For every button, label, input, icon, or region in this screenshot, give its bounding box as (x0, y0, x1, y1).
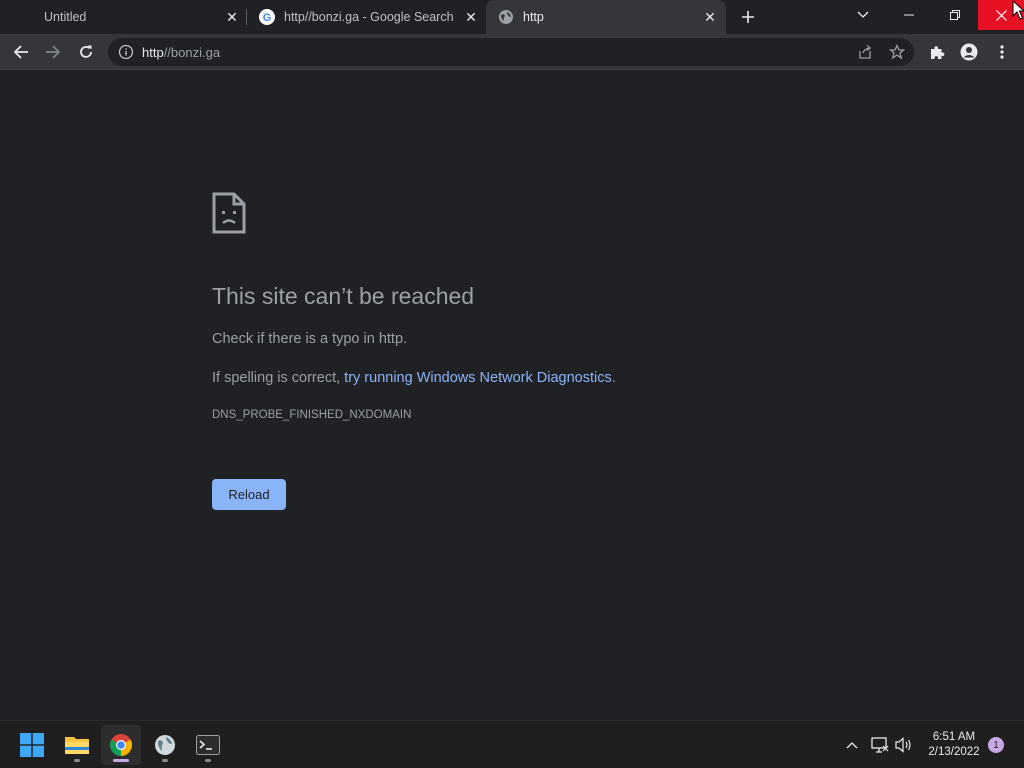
error-diagnostics-hint: If spelling is correct, try running Wind… (212, 370, 616, 386)
extensions-button[interactable] (924, 39, 950, 65)
file-explorer-button[interactable] (57, 725, 97, 765)
running-indicator (113, 759, 129, 762)
show-hidden-icons-button[interactable] (842, 735, 862, 755)
terminal-icon (196, 735, 220, 755)
forward-button[interactable] (40, 39, 66, 65)
url-host: http (142, 45, 164, 60)
file-explorer-icon (65, 737, 89, 754)
running-indicator (205, 759, 211, 762)
volume-icon[interactable] (894, 735, 914, 755)
reload-toolbar-button[interactable] (73, 39, 99, 65)
chevron-down-icon (857, 11, 869, 18)
running-indicator (162, 759, 168, 762)
svg-text:G: G (263, 12, 272, 23)
arrow-right-icon (46, 45, 61, 59)
new-tab-button[interactable] (736, 5, 760, 29)
network-icon[interactable] (870, 735, 890, 755)
taskbar: 6:51 AM 2/13/2022 1 (0, 720, 1024, 768)
minimize-button[interactable] (886, 0, 932, 30)
info-icon[interactable] (118, 44, 134, 60)
chevron-up-icon (846, 742, 858, 749)
puzzle-icon (931, 46, 945, 59)
diagnostics-suffix: . (611, 370, 616, 386)
start-icon (20, 733, 44, 757)
tab-title: http//bonzi.ga - Google Search (284, 10, 454, 24)
chrome-icon (110, 734, 132, 756)
clock-time: 6:51 AM (932, 731, 976, 743)
plus-icon (742, 11, 754, 23)
network-diagnostics-link[interactable]: try running Windows Network Diagnostics (344, 370, 612, 386)
sad-document-icon (212, 192, 246, 234)
start-button[interactable] (12, 725, 52, 765)
notification-badge[interactable]: 1 (988, 737, 1004, 753)
close-tab-icon[interactable]: ✕ (463, 9, 479, 25)
chrome-button[interactable] (101, 725, 141, 765)
error-title: This site can’t be reached (212, 283, 475, 309)
restore-icon (950, 10, 960, 20)
globe-icon (498, 9, 514, 25)
address-bar[interactable]: http//bonzi.ga (108, 38, 914, 66)
tab-untitled[interactable]: Untitled ✕ (0, 0, 246, 34)
globe-app-button[interactable] (145, 725, 185, 765)
tab-title: Untitled (44, 10, 87, 24)
share-icon[interactable] (856, 43, 874, 61)
refresh-icon (80, 45, 92, 58)
browser-toolbar: http//bonzi.ga (0, 34, 1024, 70)
tab-title: http (523, 10, 544, 24)
clock[interactable]: 6:51 AM 2/13/2022 (920, 730, 988, 760)
tab-search-button[interactable] (840, 0, 886, 30)
google-icon: G (259, 9, 275, 25)
star-icon[interactable] (888, 43, 906, 61)
clock-date: 2/13/2022 (928, 746, 980, 758)
url-text[interactable]: http//bonzi.ga (142, 45, 220, 60)
restore-button[interactable] (932, 0, 978, 30)
close-icon (995, 9, 1007, 21)
url-rest: //bonzi.ga (163, 45, 221, 60)
diagnostics-prefix: If spelling is correct, (212, 370, 345, 386)
profile-button[interactable] (956, 39, 982, 65)
globe-app-icon (155, 735, 175, 755)
tab-active-http[interactable]: http ✕ (486, 0, 726, 34)
terminal-button[interactable] (188, 725, 228, 765)
profile-icon (960, 43, 978, 61)
mouse-cursor-icon (1012, 0, 1024, 20)
error-typo-hint: Check if there is a typo in http. (212, 331, 408, 347)
page-content: This site can’t be reached Check if ther… (0, 70, 1024, 720)
tab-google-search[interactable]: G http//bonzi.ga - Google Search ✕ (250, 0, 486, 34)
running-indicator (74, 759, 80, 762)
back-button[interactable] (8, 39, 34, 65)
kebab-menu-icon (1000, 45, 1004, 59)
browser-window: Untitled ✕ G http//bonzi.ga - Google Sea… (0, 0, 1024, 768)
arrow-left-icon (13, 45, 28, 59)
minimize-icon (904, 14, 914, 16)
reload-button[interactable]: Reload (212, 479, 286, 510)
close-tab-icon[interactable]: ✕ (224, 9, 240, 25)
menu-button[interactable] (989, 39, 1015, 65)
error-code: DNS_PROBE_FINISHED_NXDOMAIN (212, 409, 412, 421)
tab-separator (246, 9, 247, 25)
close-tab-icon[interactable]: ✕ (702, 9, 718, 25)
tab-strip: Untitled ✕ G http//bonzi.ga - Google Sea… (0, 0, 1024, 34)
